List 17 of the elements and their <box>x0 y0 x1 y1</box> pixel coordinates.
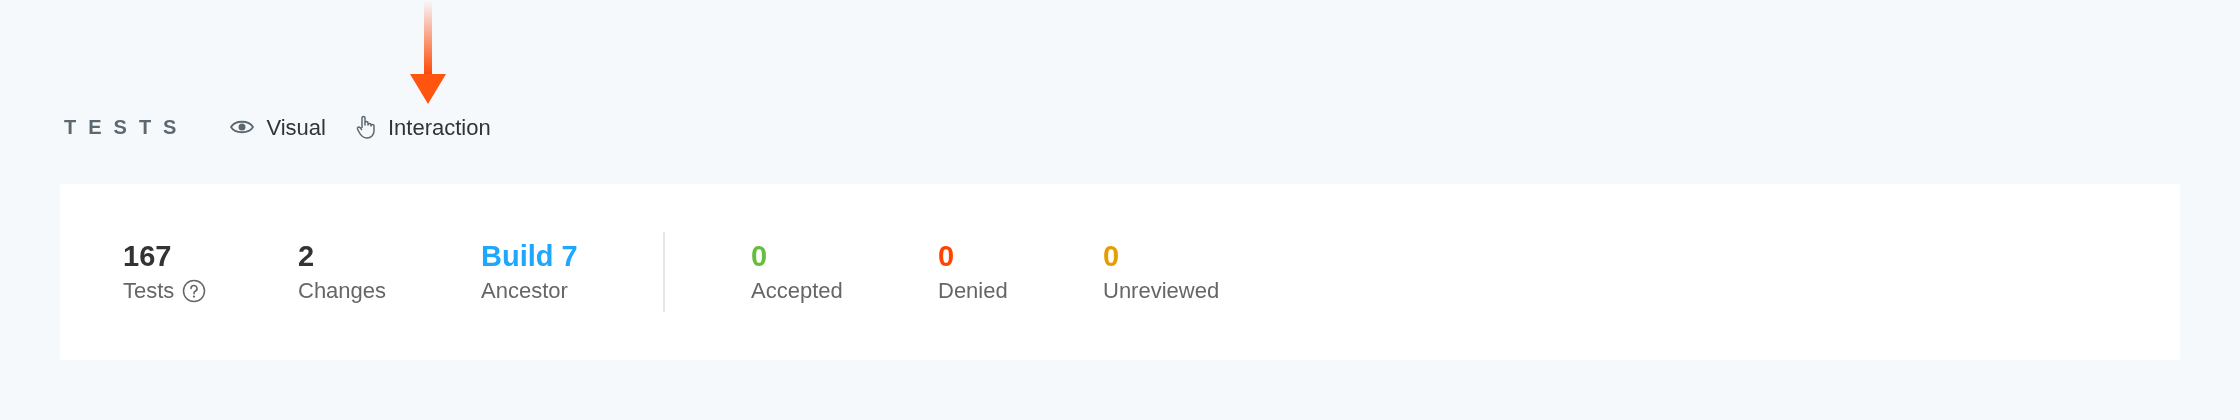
stat-label: Ancestor <box>481 277 568 305</box>
help-icon[interactable] <box>182 279 207 303</box>
section-title: TESTS <box>64 115 189 140</box>
stat-label: Accepted <box>751 277 843 305</box>
stat-label: Changes <box>298 277 387 305</box>
stat-value: 0 <box>751 239 768 274</box>
stat-value: 2 <box>298 239 315 274</box>
stat-value: 0 <box>938 239 955 274</box>
stat-value: 167 <box>123 239 172 274</box>
stat-value: 0 <box>1103 239 1120 274</box>
stat-label: Tests <box>123 277 175 305</box>
pointing-hand-icon <box>356 115 376 139</box>
eye-icon <box>230 119 255 135</box>
mode-toggle[interactable]: Interaction <box>356 110 491 144</box>
stat-label: Unreviewed <box>1103 277 1220 305</box>
stat-label: Denied <box>938 277 1008 305</box>
mode-toggle[interactable]: Visual <box>230 110 326 144</box>
